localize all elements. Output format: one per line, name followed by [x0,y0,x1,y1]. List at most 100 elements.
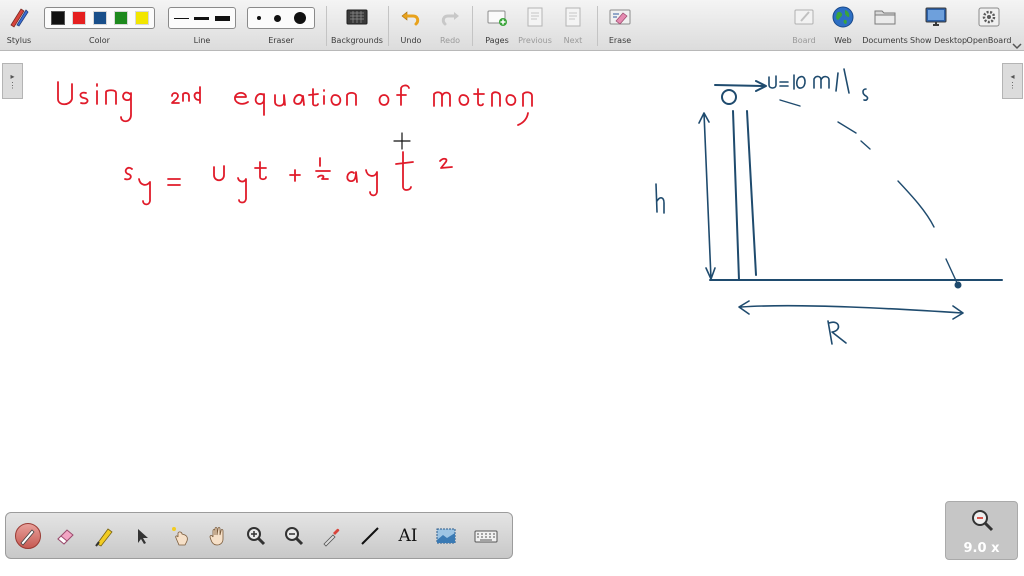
chevron-left-icon: ◂ [1010,72,1015,81]
backgrounds-button[interactable]: Backgrounds [330,0,384,51]
erase-icon [609,9,631,25]
line-icon [361,527,379,545]
board-icon [794,9,814,25]
color-swatch-green[interactable] [113,11,128,25]
dots-icon: ⋮ [1008,81,1017,90]
projectile-diagram [655,68,1003,345]
capture-icon [436,528,456,544]
line-width-thin[interactable] [173,17,189,19]
redo-label: Redo [439,36,461,45]
redo-button[interactable]: Redo [435,0,465,51]
line-label: Line [193,36,211,45]
line-width-picker [168,7,236,29]
color-group: Color [44,0,155,51]
hand-tool-button[interactable] [205,523,231,549]
board-canvas[interactable] [0,51,1024,576]
stylus-icon [10,8,29,28]
text-icon: AI [398,526,418,546]
monitor-icon [925,7,947,26]
highlighter-icon [95,528,113,547]
pages-label: Pages [485,36,509,45]
undo-label: Undo [400,36,422,45]
capture-tool-button[interactable] [433,523,459,549]
next-page-icon [565,7,581,27]
show-desktop-button[interactable]: Show Desktop [910,0,968,51]
stylus-palette: AI [5,512,513,559]
eraser-tool-button[interactable] [53,523,79,549]
selector-tool-button[interactable] [129,523,155,549]
stylus-button[interactable]: Stylus [2,0,36,51]
show-desktop-label: Show Desktop [910,36,968,45]
zoom-out-tool-button[interactable] [281,523,307,549]
color-swatch-black[interactable] [50,11,65,25]
handwritten-line-1 [57,81,533,126]
next-page-button[interactable]: Next [556,0,590,51]
undo-button[interactable]: Undo [396,0,426,51]
openboard-window: Stylus Color Line Eraser Backgrounds Und… [0,0,1024,576]
collapse-toolbar-button[interactable] [1012,38,1022,50]
toolbar-divider [597,6,598,46]
right-panel-tab[interactable]: ◂ ⋮ [1002,63,1023,99]
dots-icon: ⋮ [8,81,17,90]
erase-label: Erase [608,36,632,45]
toolbar-divider [472,6,473,46]
zoom-indicator[interactable]: 9.0 x [945,501,1018,560]
line-width-thick[interactable] [215,15,231,21]
web-button[interactable]: Web [826,0,860,51]
chevron-right-icon: ▸ [10,72,15,81]
line-tool-button[interactable] [357,523,383,549]
chevron-down-icon [1012,43,1022,50]
board-label: Board [792,36,816,45]
folder-icon [874,10,896,25]
eraser-icon [57,529,74,545]
color-palette [44,7,155,29]
color-swatch-yellow[interactable] [134,11,149,25]
toolbar-divider [326,6,327,46]
openboard-menu-button[interactable]: OpenBoard [964,0,1014,51]
web-label: Web [834,36,852,45]
stylus-label: Stylus [6,36,32,45]
eraser-group: Eraser [247,0,315,51]
previous-page-icon [527,7,543,27]
color-picker-tool-button[interactable] [319,523,345,549]
redo-icon [441,12,459,26]
eraser-size-large[interactable] [293,12,306,24]
keyboard-tool-button[interactable] [473,523,499,549]
pages-button[interactable]: Pages [480,0,514,51]
eraser-label: Eraser [268,36,294,45]
crosshair-cursor [393,132,411,150]
pen-tool-button[interactable] [15,523,41,549]
color-label: Color [89,36,110,45]
gear-icon [978,7,1000,27]
eraser-size-small[interactable] [256,16,261,20]
keyboard-icon [474,530,498,543]
board-button[interactable]: Board [787,0,821,51]
pointer-icon [138,529,148,544]
previous-label: Previous [518,36,552,45]
backgrounds-icon [346,9,368,25]
zoom-level: 9.0 x [963,541,1000,556]
erase-button[interactable]: Erase [603,0,637,51]
color-swatch-blue[interactable] [92,11,107,25]
previous-page-button[interactable]: Previous [516,0,554,51]
pen-icon [20,529,35,546]
laser-icon [172,527,188,546]
left-panel-tab[interactable]: ▸ ⋮ [2,63,23,99]
globe-icon [832,6,854,28]
text-tool-button[interactable]: AI [395,523,421,549]
color-swatch-red[interactable] [71,11,86,25]
zoom-in-icon [247,527,266,546]
laser-pointer-tool-button[interactable] [167,523,193,549]
top-toolbar: Stylus Color Line Eraser Backgrounds Und… [0,0,1024,51]
line-group: Line [168,0,236,51]
line-width-medium[interactable] [194,16,210,20]
eraser-size-medium[interactable] [273,14,281,22]
documents-button[interactable]: Documents [862,0,908,51]
add-page-icon [487,10,507,26]
toolbar-divider [388,6,389,46]
picker-icon [323,528,340,547]
highlighter-tool-button[interactable] [91,523,117,549]
zoom-in-tool-button[interactable] [243,523,269,549]
documents-label: Documents [862,36,908,45]
backgrounds-label: Backgrounds [331,36,383,45]
